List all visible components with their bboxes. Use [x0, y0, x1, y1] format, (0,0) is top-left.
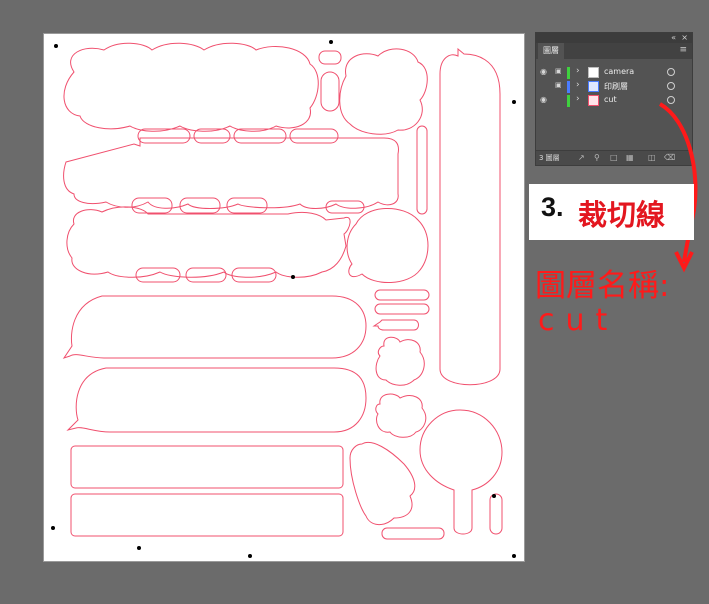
callout-box: 3. 裁切線 — [529, 184, 694, 240]
step-title: 裁切線 — [578, 198, 666, 232]
note-layer-name-label: 圖層名稱: — [535, 268, 670, 304]
note-layer-name-value: cut — [538, 303, 619, 338]
step-number: 3. — [541, 192, 564, 222]
